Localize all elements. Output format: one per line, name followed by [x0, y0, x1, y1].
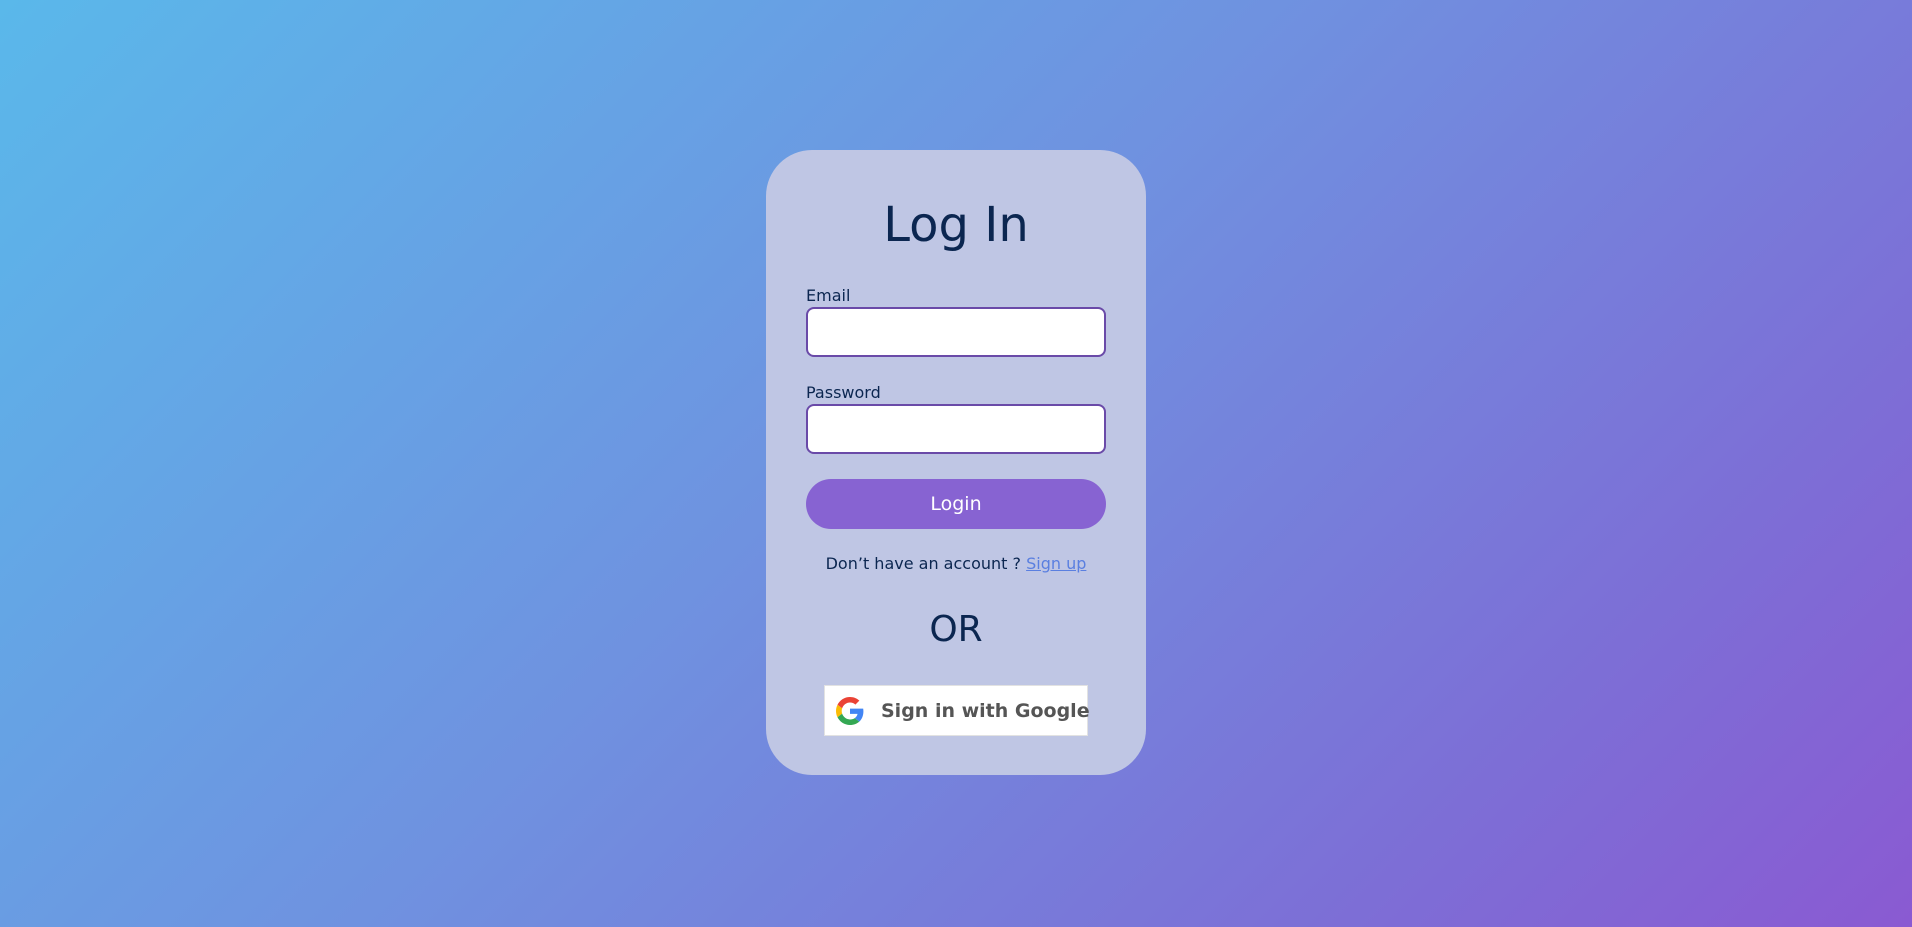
password-field[interactable]	[806, 404, 1106, 454]
google-g-icon	[836, 696, 864, 726]
password-label: Password	[806, 383, 881, 402]
email-label: Email	[806, 286, 851, 305]
signup-prompt-row: Don’t have an account ? Sign up	[766, 554, 1146, 573]
login-card: Log In Email Password Login Don’t have a…	[766, 150, 1146, 775]
signup-prompt-text: Don’t have an account ?	[825, 554, 1027, 573]
google-signin-button[interactable]: Sign in with Google	[824, 685, 1090, 736]
email-field[interactable]	[806, 307, 1106, 357]
login-button[interactable]: Login	[806, 479, 1106, 529]
page-title: Log In	[883, 197, 1029, 253]
signup-link[interactable]: Sign up	[1026, 554, 1086, 573]
or-divider: OR	[929, 609, 983, 650]
google-signin-label: Sign in with Google	[881, 699, 1090, 722]
